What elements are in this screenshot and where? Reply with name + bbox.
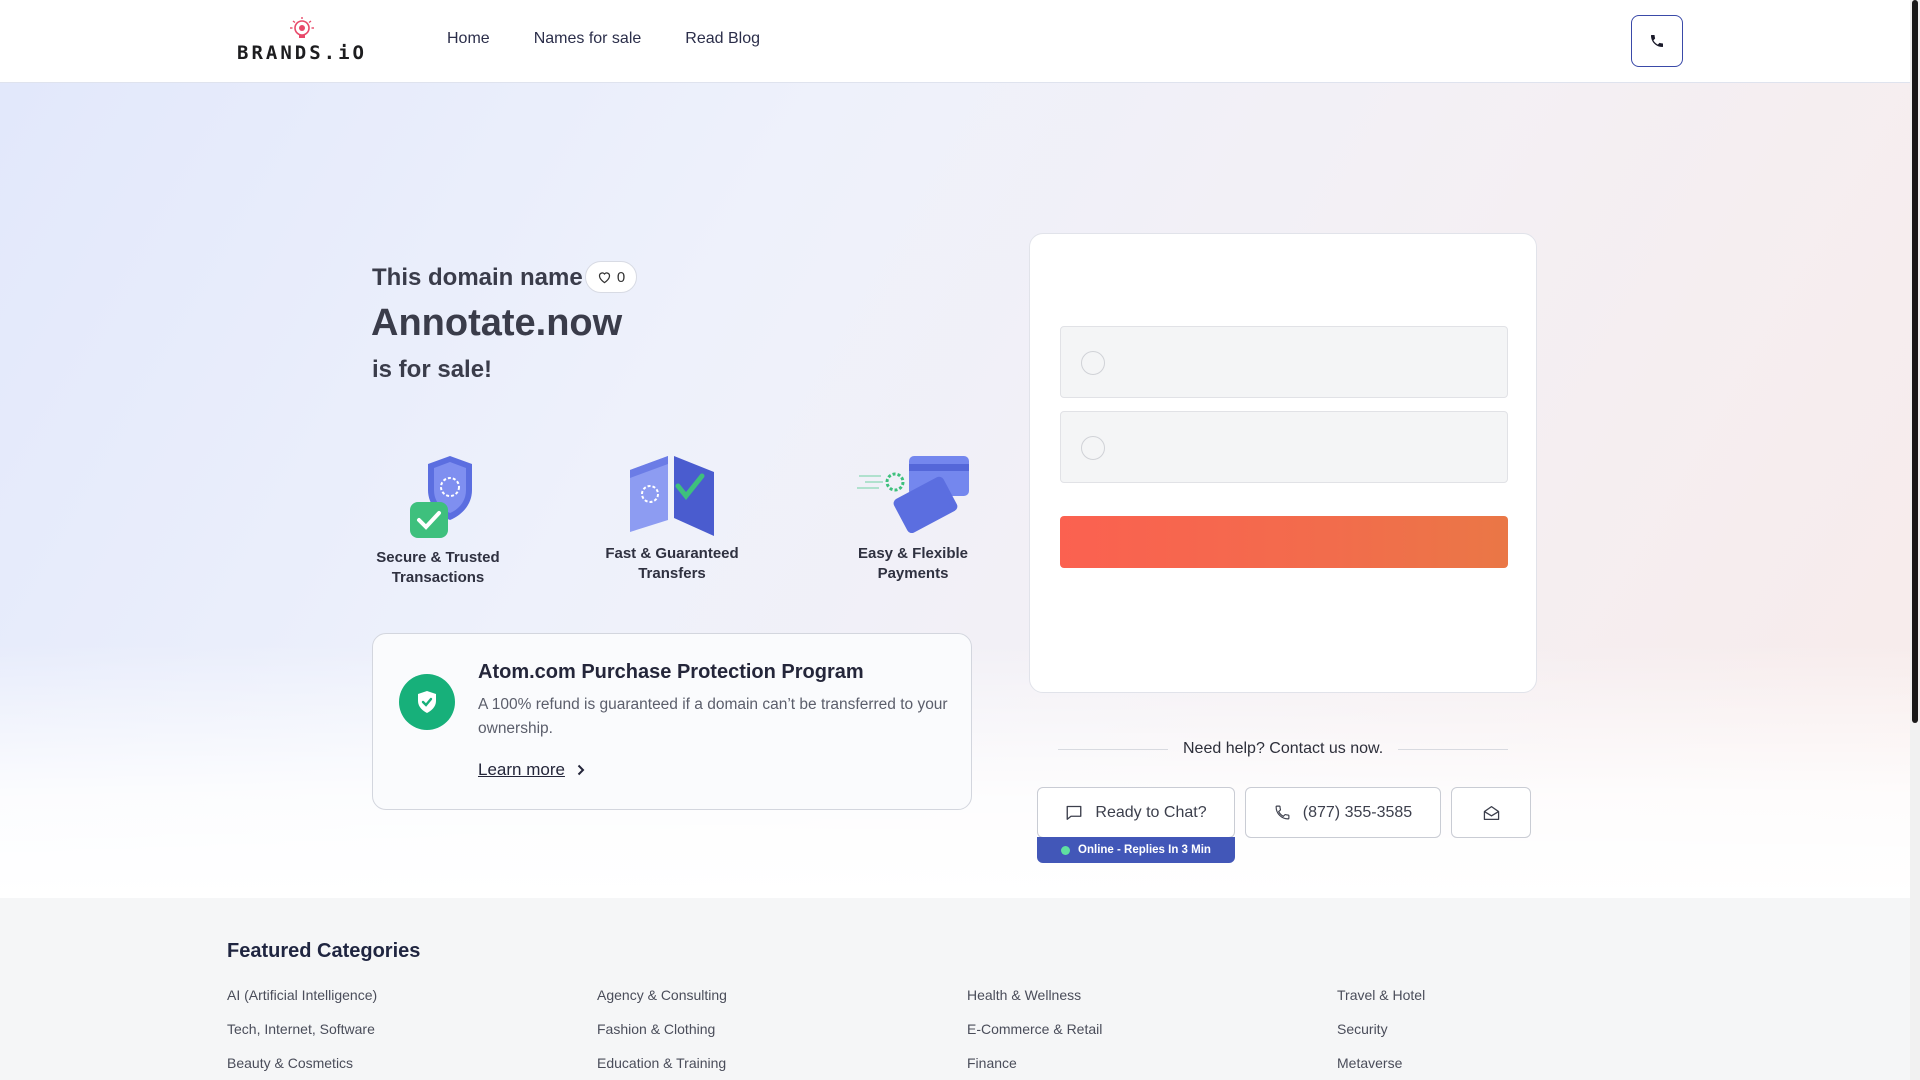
option-2-radio[interactable] [1081, 436, 1105, 460]
feature-secure-line1: Secure & Trusted [376, 549, 500, 566]
learn-more-label: Learn more [478, 760, 565, 779]
brand-logo[interactable]: BRANDS.iO [226, 16, 378, 68]
heart-icon [598, 272, 610, 284]
category-column-2: Agency & Consulting Fashion & Clothing E… [597, 986, 727, 1072]
purchase-options-card [1029, 233, 1537, 693]
logo-wordmark: BRANDS.iO [237, 42, 367, 64]
feature-transfers-line1: Fast & Guaranteed [605, 545, 739, 562]
feature-payments-line2: Payments [877, 565, 949, 582]
help-heading: Need help? Contact us now. [1183, 740, 1384, 757]
domain-name: Annotate.now [371, 302, 623, 344]
nav-names-for-sale[interactable]: Names for sale [534, 30, 642, 48]
phone-number-label: (877) 355-3585 [1302, 803, 1413, 821]
category-link[interactable]: Education & Training [597, 1054, 727, 1072]
purchase-option-2[interactable] [1060, 411, 1508, 483]
like-button[interactable]: 0 [585, 261, 637, 293]
category-link[interactable]: Beauty & Cosmetics [227, 1054, 377, 1072]
shield-check-icon [410, 456, 472, 538]
featured-categories-title: Featured Categories [227, 940, 421, 962]
top-header: BRANDS.iO Home Names for sale Read Blog [0, 0, 1910, 83]
learn-more-link[interactable]: Learn more [478, 760, 585, 780]
online-dot-icon [1061, 845, 1071, 855]
category-column-4: Travel & Hotel Security Metaverse [1337, 986, 1425, 1072]
category-column-1: AI (Artificial Intelligence) Tech, Inter… [227, 986, 377, 1072]
envelope-open-icon [1483, 805, 1499, 820]
phone-icon [1651, 35, 1663, 47]
feature-secure-line2: Transactions [391, 569, 485, 586]
main-nav: Home Names for sale Read Blog [447, 30, 760, 48]
feature-secure: Secure & Trusted Transactions [348, 452, 528, 588]
category-link[interactable]: Health & Wellness [967, 986, 1102, 1004]
category-link[interactable]: Agency & Consulting [597, 986, 727, 1004]
category-link[interactable]: Fashion & Clothing [597, 1020, 727, 1038]
call-button[interactable] [1631, 15, 1683, 67]
protection-title: Atom.com Purchase Protection Program [478, 661, 864, 683]
scrollbar-thumb[interactable] [1912, 0, 1918, 723]
email-button[interactable] [1451, 787, 1531, 838]
like-count: 0 [616, 268, 626, 286]
online-status-text: Online - Replies In 3 Min [1078, 844, 1211, 856]
feature-transfers-line2: Transfers [638, 565, 706, 582]
category-link[interactable]: Travel & Hotel [1337, 986, 1425, 1004]
lightbulb-logo-icon [290, 17, 314, 38]
buy-now-button[interactable] [1060, 516, 1508, 568]
nav-home[interactable]: Home [447, 30, 490, 48]
nav-read-blog[interactable]: Read Blog [685, 30, 760, 48]
hero-title-suffix: is for sale! [372, 356, 493, 383]
feature-transfers: Fast & Guaranteed Transfers [582, 450, 762, 584]
hero-title-prefix: This domain name [372, 264, 583, 291]
purchase-option-1[interactable] [1060, 326, 1508, 398]
category-link[interactable]: E-Commerce & Retail [967, 1020, 1102, 1038]
option-1-radio[interactable] [1081, 351, 1105, 375]
protection-description: A 100% refund is guaranteed if a domain … [478, 696, 948, 737]
phone-icon [1275, 805, 1290, 820]
category-link[interactable]: Security [1337, 1020, 1425, 1038]
divider-left [1058, 749, 1168, 750]
category-link[interactable]: AI (Artificial Intelligence) [227, 986, 377, 1004]
shield-check-icon [418, 691, 436, 713]
chat-bubble-icon [1066, 805, 1082, 820]
feature-payments-line1: Easy & Flexible [857, 545, 969, 562]
credit-cards-icon [857, 456, 969, 534]
online-status-badge: Online - Replies In 3 Min [1037, 837, 1235, 863]
category-link[interactable]: Metaverse [1337, 1054, 1425, 1072]
divider-right [1398, 749, 1508, 750]
phone-number-button[interactable]: (877) 355-3585 [1245, 787, 1441, 838]
protection-badge [399, 674, 455, 730]
chat-button[interactable]: Ready to Chat? [1037, 787, 1235, 838]
category-link[interactable]: Finance [967, 1054, 1102, 1072]
chevron-right-icon [577, 764, 585, 776]
transfer-windows-icon [630, 456, 714, 536]
category-column-3: Health & Wellness E-Commerce & Retail Fi… [967, 986, 1102, 1072]
feature-payments: Easy & Flexible Payments [823, 452, 1003, 584]
purchase-protection-card: Atom.com Purchase Protection Program A 1… [372, 633, 972, 810]
category-link[interactable]: Tech, Internet, Software [227, 1020, 377, 1038]
chat-button-label: Ready to Chat? [1095, 803, 1207, 821]
